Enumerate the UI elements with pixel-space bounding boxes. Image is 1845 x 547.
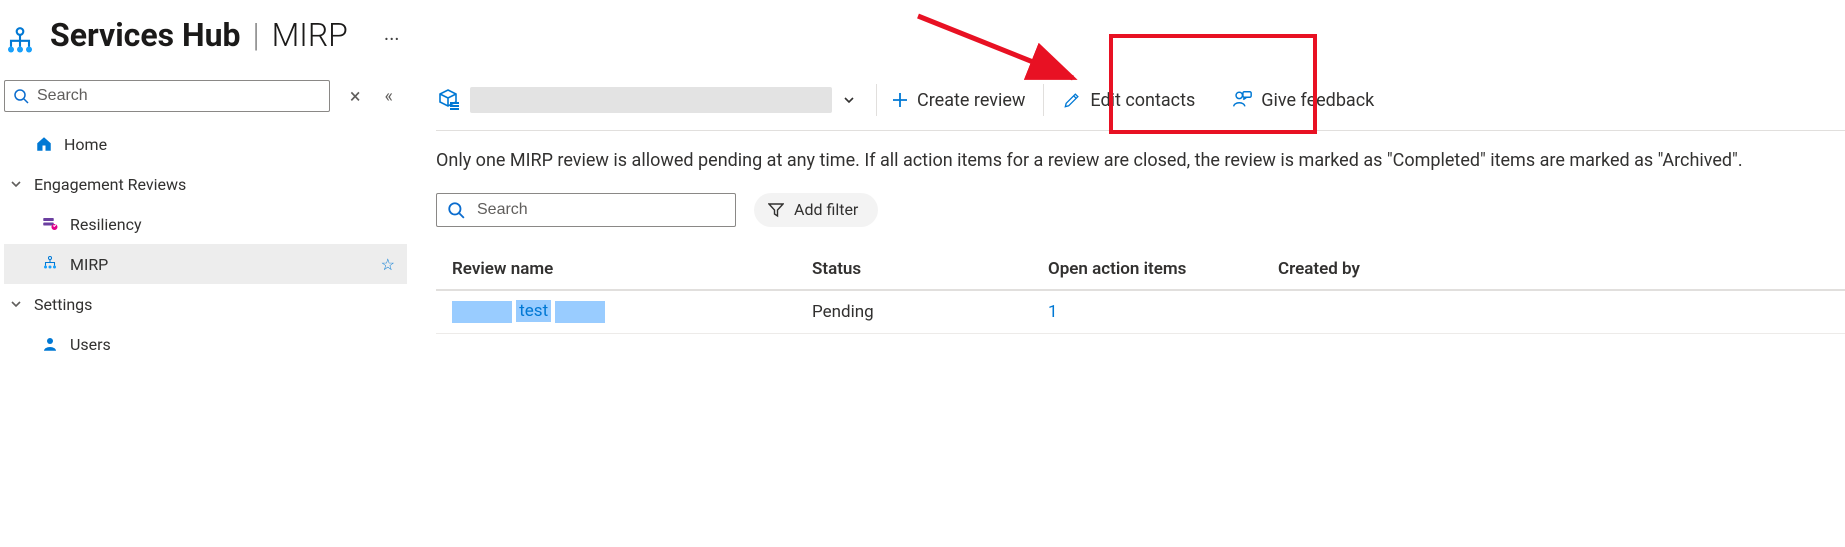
toolbar: Create review Edit contacts — [436, 84, 1845, 131]
filter-row: Add filter — [436, 193, 1845, 227]
sidebar-item-label: MIRP — [70, 255, 108, 274]
page-header: Services Hub | MIRP ··· — [0, 0, 1845, 76]
favorite-star-icon[interactable]: ☆ — [381, 255, 395, 274]
page-title: Services Hub | MIRP — [50, 16, 348, 54]
column-header-open-items[interactable]: Open action items — [1048, 259, 1278, 279]
sidebar-item-home[interactable]: Home — [4, 124, 407, 164]
content-search[interactable] — [436, 193, 736, 227]
sidebar-clear-button[interactable]: × — [346, 80, 365, 112]
add-filter-button[interactable]: Add filter — [754, 193, 878, 227]
more-menu-icon[interactable]: ··· — [384, 27, 400, 51]
sidebar-item-settings[interactable]: Settings — [4, 284, 407, 324]
chevron-down-icon — [10, 298, 24, 310]
sidebar-item-label: Settings — [34, 295, 92, 314]
search-icon — [13, 88, 29, 104]
title-section: MIRP — [272, 16, 348, 54]
sidebar-item-label: Engagement Reviews — [34, 175, 186, 194]
edit-contacts-button[interactable]: Edit contacts — [1048, 84, 1217, 116]
sidebar-search[interactable] — [4, 80, 330, 112]
home-icon — [34, 135, 54, 153]
resiliency-icon — [40, 215, 60, 233]
sidebar-item-resiliency[interactable]: Resiliency — [4, 204, 407, 244]
sidebar-item-users[interactable]: Users — [4, 324, 407, 364]
subscription-picker[interactable] — [436, 84, 877, 116]
sidebar-item-label: Users — [70, 335, 111, 354]
chevron-down-icon — [842, 93, 856, 107]
user-icon — [40, 335, 60, 353]
title-strong: Services Hub — [50, 16, 241, 54]
sidebar-item-mirp[interactable]: MIRP ☆ — [4, 244, 407, 284]
button-label: Give feedback — [1261, 90, 1374, 111]
sidebar: × « Home Engagement Reviews — [0, 76, 408, 547]
sidebar-item-label: Home — [64, 135, 107, 154]
cell-open-items[interactable]: 1 — [1048, 302, 1278, 322]
hierarchy-icon — [2, 24, 38, 60]
sidebar-item-engagement-reviews[interactable]: Engagement Reviews — [4, 164, 407, 204]
review-name-visible: test — [516, 300, 551, 322]
chevron-down-icon — [10, 178, 24, 190]
content-search-input[interactable] — [477, 201, 725, 219]
button-label: Create review — [917, 90, 1025, 111]
column-header-name[interactable]: Review name — [452, 259, 812, 279]
pencil-icon — [1062, 90, 1082, 110]
cell-status: Pending — [812, 302, 1048, 322]
info-text: Only one MIRP review is allowed pending … — [436, 147, 1845, 175]
sidebar-collapse-button[interactable]: « — [381, 82, 397, 111]
main-content: Create review Edit contacts — [408, 76, 1845, 547]
subscription-name-redacted — [470, 87, 832, 113]
search-icon — [447, 201, 465, 219]
column-header-created-by[interactable]: Created by — [1278, 259, 1829, 279]
column-header-status[interactable]: Status — [812, 259, 1048, 279]
table-row[interactable]: test Pending 1 — [436, 291, 1845, 334]
redacted-text — [555, 301, 605, 323]
create-review-button[interactable]: Create review — [877, 84, 1039, 116]
reviews-table: Review name Status Open action items Cre… — [436, 249, 1845, 334]
button-label: Add filter — [794, 200, 858, 219]
sidebar-item-label: Resiliency — [70, 215, 142, 234]
feedback-icon — [1231, 89, 1253, 111]
redacted-text — [452, 301, 512, 323]
cube-icon — [436, 88, 460, 112]
cell-review-name[interactable]: test — [452, 301, 812, 323]
plus-icon — [891, 91, 909, 109]
sidebar-search-input[interactable] — [37, 87, 321, 105]
give-feedback-button[interactable]: Give feedback — [1217, 84, 1388, 116]
button-label: Edit contacts — [1090, 90, 1195, 111]
mirp-icon — [40, 255, 60, 273]
title-divider: | — [253, 16, 260, 54]
table-header: Review name Status Open action items Cre… — [436, 249, 1845, 291]
filter-icon — [768, 202, 784, 218]
